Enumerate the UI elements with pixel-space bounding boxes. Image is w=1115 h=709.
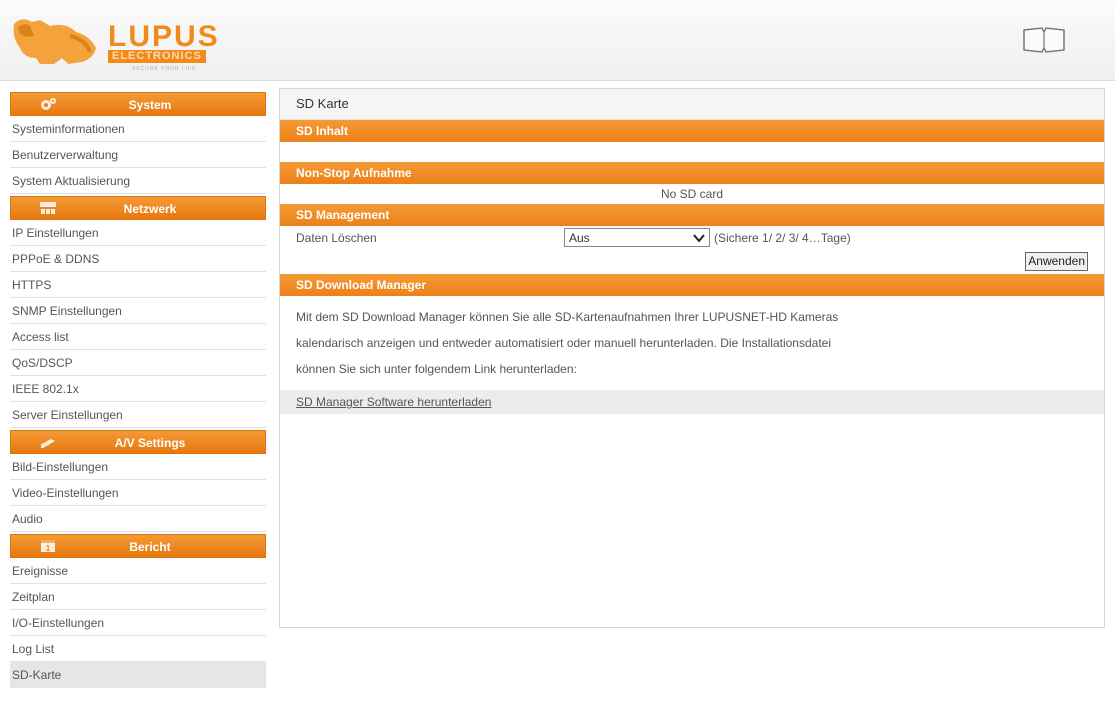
group-title-system: System bbox=[128, 98, 172, 112]
page-title: SD Karte bbox=[280, 89, 1104, 120]
group-header-av-settings[interactable]: A/V Settings bbox=[10, 430, 266, 454]
description-line: kalendarisch anzeigen und entweder autom… bbox=[296, 336, 831, 350]
group-header-bericht[interactable]: 1 Bericht bbox=[10, 534, 266, 558]
header-bar: LUPUS ELECTRONICS SECURE YOUR LIFE bbox=[0, 0, 1115, 81]
section-header-non-stop: Non-Stop Aufnahme bbox=[280, 162, 1104, 184]
group-header-system[interactable]: System bbox=[10, 92, 266, 116]
section-header-sd-inhalt: SD Inhalt bbox=[280, 120, 1104, 142]
group-title-netzwerk: Netzwerk bbox=[123, 202, 177, 216]
group-title-av-settings: A/V Settings bbox=[114, 436, 186, 450]
sidebar-item-ieee-8021x[interactable]: IEEE 802.1x bbox=[10, 376, 266, 402]
sidebar-item-zeitplan[interactable]: Zeitplan bbox=[10, 584, 266, 610]
sidebar-item-ereignisse[interactable]: Ereignisse bbox=[10, 558, 266, 584]
logo-tagline: SECURE YOUR LIFE bbox=[132, 66, 197, 72]
sidebar-item-https[interactable]: HTTPS bbox=[10, 272, 266, 298]
sidebar-nav: System Systeminformationen Benutzerverwa… bbox=[10, 90, 266, 688]
sidebar-item-access-list[interactable]: Access list bbox=[10, 324, 266, 350]
sidebar-item-pppoe-ddns[interactable]: PPPoE & DDNS bbox=[10, 246, 266, 272]
sidebar-item-sd-karte[interactable]: SD-Karte bbox=[10, 662, 266, 688]
download-software-link[interactable]: SD Manager Software herunterladen bbox=[296, 395, 491, 409]
sidebar-item-ip-einstellungen[interactable]: IP Einstellungen bbox=[10, 220, 266, 246]
sd-inhalt-content bbox=[280, 142, 1104, 162]
main-panel: SD Karte SD Inhalt Non-Stop Aufnahme No … bbox=[279, 88, 1105, 628]
group-header-netzwerk[interactable]: Netzwerk bbox=[10, 196, 266, 220]
description-line: Mit dem SD Download Manager können Sie a… bbox=[296, 310, 839, 324]
chevron-down-icon bbox=[693, 234, 705, 243]
sidebar-item-snmp-einstellungen[interactable]: SNMP Einstellungen bbox=[10, 298, 266, 324]
sidebar-item-system-aktualisierung[interactable]: System Aktualisierung bbox=[10, 168, 266, 194]
delete-data-label: Daten Löschen bbox=[296, 231, 377, 245]
download-link-row: SD Manager Software herunterladen bbox=[280, 390, 1104, 414]
delete-data-select[interactable]: Aus bbox=[564, 228, 710, 247]
section-header-download-manager: SD Download Manager bbox=[280, 274, 1104, 296]
sidebar-item-audio[interactable]: Audio bbox=[10, 506, 266, 532]
sidebar-item-benutzerverwaltung[interactable]: Benutzerverwaltung bbox=[10, 142, 266, 168]
apply-row: Anwenden bbox=[280, 250, 1104, 274]
delete-data-row: Daten Löschen Aus (Sichere 1/ 2/ 3/ 4…Ta… bbox=[280, 226, 1104, 250]
logo-subtitle: ELECTRONICS bbox=[108, 50, 206, 63]
cat-logo-icon bbox=[13, 19, 97, 64]
apply-button[interactable]: Anwenden bbox=[1025, 252, 1088, 271]
sidebar-item-qos-dscp[interactable]: QoS/DSCP bbox=[10, 350, 266, 376]
sidebar-item-systeminformationen[interactable]: Systeminformationen bbox=[10, 116, 266, 142]
sidebar-item-log-list[interactable]: Log List bbox=[10, 636, 266, 662]
book-icon[interactable] bbox=[1022, 26, 1066, 54]
download-manager-description: Mit dem SD Download Manager können Sie a… bbox=[280, 296, 1104, 382]
description-line: können Sie sich unter folgendem Link her… bbox=[296, 362, 577, 376]
sidebar-item-video-einstellungen[interactable]: Video-Einstellungen bbox=[10, 480, 266, 506]
sidebar-item-bild-einstellungen[interactable]: Bild-Einstellungen bbox=[10, 454, 266, 480]
group-title-bericht: Bericht bbox=[129, 540, 171, 554]
sidebar-item-io-einstellungen[interactable]: I/O-Einstellungen bbox=[10, 610, 266, 636]
lupus-logo: LUPUS ELECTRONICS SECURE YOUR LIFE bbox=[10, 14, 270, 72]
delete-data-select-value: Aus bbox=[569, 231, 590, 245]
no-sd-card-message: No SD card bbox=[660, 187, 724, 201]
sidebar-item-server-einstellungen[interactable]: Server Einstellungen bbox=[10, 402, 266, 428]
delete-data-hint: (Sichere 1/ 2/ 3/ 4…Tage) bbox=[714, 231, 851, 245]
logo-wordmark: LUPUS bbox=[108, 20, 220, 53]
section-header-sd-management: SD Management bbox=[280, 204, 1104, 226]
